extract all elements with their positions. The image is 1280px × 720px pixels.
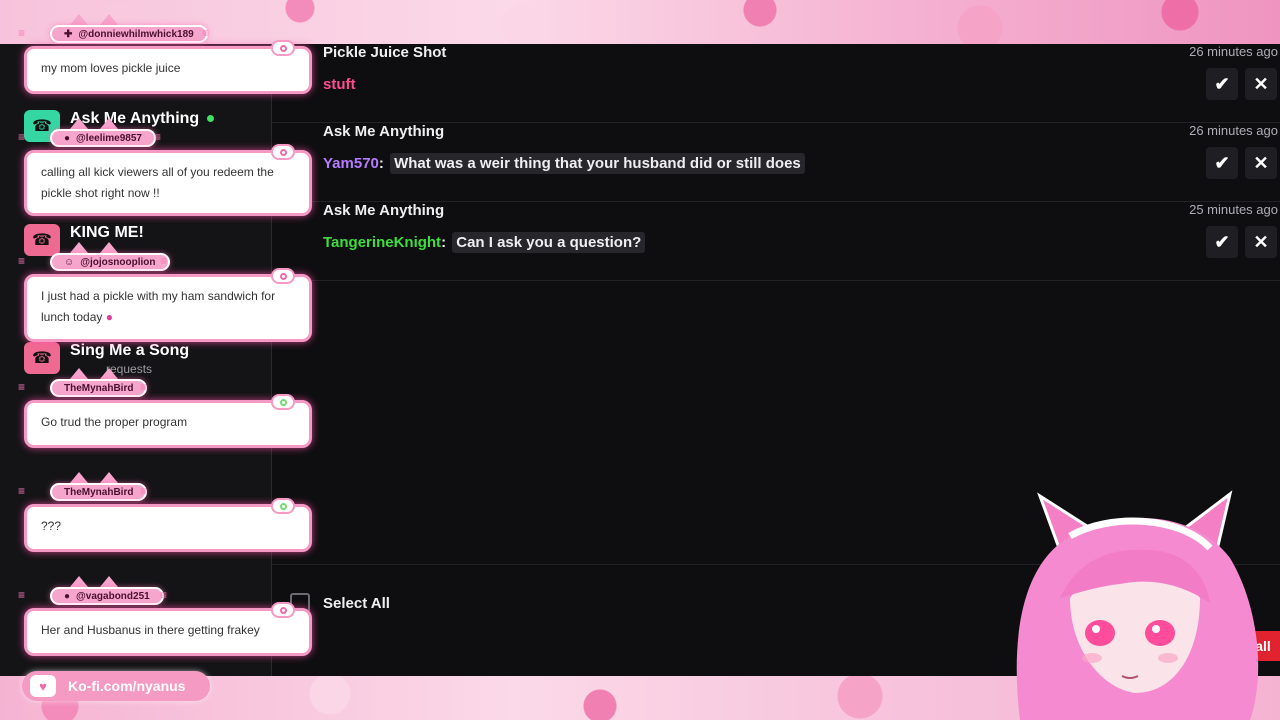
- chat-bubble: calling all kick viewers all of you rede…: [24, 144, 312, 216]
- chat-bubble: my mom loves pickle juice: [24, 40, 312, 94]
- chat-username: @jojosnooplion: [80, 256, 156, 268]
- request-title: Ask Me Anything: [323, 123, 445, 140]
- decor-lines: ≡: [18, 26, 26, 40]
- chat-username: TheMynahBird: [50, 483, 148, 501]
- user-badge-icon: ✚: [64, 28, 73, 40]
- decor-lines: ≡: [140, 484, 148, 498]
- accept-button[interactable]: ✔: [1206, 226, 1238, 258]
- decor-lines: ≡: [160, 254, 168, 268]
- request-message-text: Can I ask you a question?: [452, 232, 646, 253]
- chat-text: I just had a pickle with my ham sandwich…: [41, 289, 276, 324]
- chat-bubble: ???: [24, 498, 312, 552]
- catgirl-avatar-icon: [1016, 490, 1259, 720]
- chat-bubble: Go trud the proper program: [24, 394, 312, 448]
- kofi-label: Ko-fi.com/nyanus: [68, 678, 186, 694]
- chat-text: Her and Husbanus in there getting frakey: [41, 623, 260, 637]
- select-all-label[interactable]: Select All: [323, 595, 390, 612]
- accept-button[interactable]: ✔: [1206, 147, 1238, 179]
- request-row: Pickle Juice Shot 26 minutes ago stuft ✔…: [272, 44, 1280, 123]
- overlay-chat: ≡ ✚ @donniewhilmwhick189 ≡ my mom loves p…: [18, 0, 318, 676]
- chat-text: calling all kick viewers all of you rede…: [41, 165, 274, 200]
- pink-emote-icon: ●: [105, 310, 113, 324]
- user-avatar-icon: ☺: [64, 256, 75, 268]
- bubble-badge-icon: [271, 394, 295, 410]
- heart-cup-icon: ♥: [30, 675, 56, 697]
- reject-button[interactable]: ✕: [1245, 68, 1277, 100]
- bubble-badge-icon: [271, 498, 295, 514]
- request-row: Ask Me Anything 25 minutes ago Tangerine…: [272, 202, 1280, 281]
- chat-username: @vagabond251: [76, 590, 150, 602]
- reject-button[interactable]: ✕: [1245, 226, 1277, 258]
- decor-lines: ≡: [18, 588, 26, 602]
- kofi-link[interactable]: ♥ Ko-fi.com/nyanus: [22, 671, 210, 701]
- decor-lines: ≡: [154, 130, 162, 144]
- bubble-badge-icon: [271, 602, 295, 618]
- request-message-text: What was a weir thing that your husband …: [390, 153, 805, 174]
- user-avatar-icon: ●: [64, 132, 71, 144]
- chat-username: @leelime9857: [76, 132, 142, 144]
- accept-button[interactable]: ✔: [1206, 68, 1238, 100]
- request-title: Ask Me Anything: [323, 202, 445, 219]
- request-timestamp: 26 minutes ago: [1189, 44, 1278, 59]
- request-timestamp: 26 minutes ago: [1189, 123, 1278, 138]
- chat-bubble: Her and Husbanus in there getting frakey: [24, 602, 312, 656]
- decor-lines: ≡: [202, 26, 210, 40]
- decor-lines: ≡: [160, 588, 168, 602]
- bubble-badge-icon: [271, 268, 295, 284]
- chat-username: TheMynahBird: [50, 379, 148, 397]
- chat-text: my mom loves pickle juice: [41, 61, 181, 75]
- request-timestamp: 25 minutes ago: [1189, 202, 1278, 217]
- chat-text: ???: [41, 519, 62, 533]
- request-username: TangerineKnight: [323, 234, 442, 251]
- request-username: Yam570: [323, 155, 379, 172]
- chat-text: Go trud the proper program: [41, 415, 188, 429]
- chat-username: @donniewhilmwhick189: [78, 28, 194, 40]
- bubble-badge-icon: [271, 40, 295, 56]
- decor-lines: ≡: [18, 484, 26, 498]
- vtuber-avatar: [1000, 488, 1280, 720]
- bubble-badge-icon: [271, 144, 295, 160]
- request-title: Pickle Juice Shot: [323, 44, 447, 61]
- request-message-text: stuft: [323, 76, 356, 93]
- decor-lines: ≡: [140, 380, 148, 394]
- request-row: Ask Me Anything 26 minutes ago Yam570: W…: [272, 123, 1280, 202]
- user-avatar-icon: ●: [64, 590, 71, 602]
- decor-lines: ≡: [18, 130, 26, 144]
- decor-lines: ≡: [18, 380, 26, 394]
- decor-lines: ≡: [18, 254, 26, 268]
- reject-button[interactable]: ✕: [1245, 147, 1277, 179]
- chat-bubble: I just had a pickle with my ham sandwich…: [24, 268, 312, 342]
